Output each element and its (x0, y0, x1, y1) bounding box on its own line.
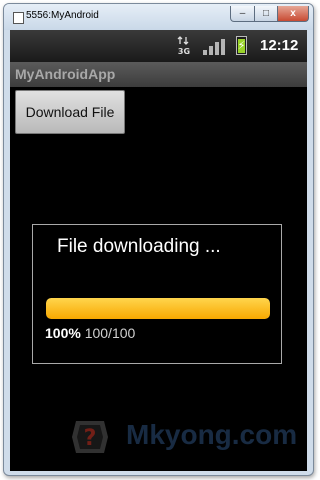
emulator-window: 5556:MyAndroid – □ x 3G ⚡ 12:12 MyAndroi… (3, 3, 314, 476)
app-title: MyAndroidApp (15, 66, 116, 82)
maximize-button[interactable]: □ (254, 6, 278, 22)
progress-count: 100/100 (84, 325, 136, 341)
signal-strength-icon (203, 39, 225, 55)
close-button[interactable]: x (277, 6, 309, 22)
svg-text:?: ? (84, 426, 97, 451)
app-window-icon (13, 12, 24, 24)
download-file-button[interactable]: Download File (15, 90, 125, 134)
window-title: 5556:MyAndroid (26, 10, 99, 21)
status-bar: 3G ⚡ 12:12 (10, 30, 307, 62)
watermark-text: Mkyong.com (126, 419, 298, 450)
progress-dialog: File downloading ... 100% 100/100 (32, 224, 282, 364)
app-title-bar: MyAndroidApp (10, 62, 307, 87)
battery-charging-icon: ⚡ (236, 36, 247, 55)
progress-percent: 100% (45, 325, 81, 341)
question-mark-logo-icon: ? (72, 421, 108, 453)
watermark: ? Mkyong.com (68, 415, 307, 459)
network-3g-icon: 3G (176, 36, 192, 56)
download-progress-bar (46, 298, 270, 319)
progress-readout: 100% 100/100 (45, 325, 135, 341)
dialog-message: File downloading ... (57, 236, 221, 257)
progress-fill (46, 298, 270, 319)
android-screen: 3G ⚡ 12:12 MyAndroidApp Download File Fi… (10, 30, 307, 471)
minimize-button[interactable]: – (230, 6, 255, 22)
network-label: 3G (178, 47, 190, 56)
window-titlebar[interactable]: 5556:MyAndroid – □ x (4, 4, 313, 30)
status-time: 12:12 (260, 37, 299, 54)
